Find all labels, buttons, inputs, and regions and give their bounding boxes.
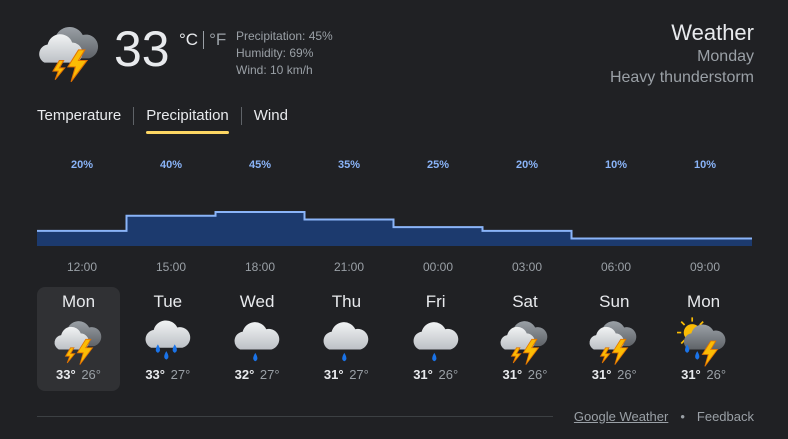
showers-icon [230,314,284,368]
precipitation-value-label: 10% [605,159,627,171]
day-name: Fri [425,292,446,311]
high-temperature: 31° [681,367,701,382]
precipitation-detail: Precipitation: 45% [236,29,333,43]
precipitation-chart: 20% 12:00 40% 15:00 45% 18:00 35% 21:00 25% 00:00… [37,159,752,274]
day-card[interactable]: Mon 31° 26° [662,287,745,391]
day-name: Tue [153,292,183,311]
time-label: 21:00 [334,260,364,274]
tab-divider [240,106,242,125]
tab-precipitation[interactable]: Precipitation [146,104,229,134]
daily-forecast: Mon 33° 26° Tue 33° 27° Wed 32° 27° Thu 31° 27°… [37,287,751,391]
showers-icon [409,314,463,368]
precipitation-value-label: 20% [71,159,93,171]
day-name: Mon [687,292,721,311]
day-name: Wed [239,292,275,311]
day-card[interactable]: Tue 33° 27° [126,287,209,391]
high-temperature: 31° [591,367,612,382]
precipitation-value-label: 45% [249,159,271,171]
day-temperatures: 32° 27° [216,367,299,382]
day-name: Mon [61,292,96,311]
google-weather-link[interactable]: Google Weather [574,409,668,424]
celsius-unit[interactable]: °C [179,30,198,50]
tab-bar: Temperature Precipitation Wind [37,104,288,134]
day-card[interactable]: Mon 33° 26° [37,287,120,391]
wind-detail: Wind: 10 km/h [236,63,313,77]
high-temperature: 33° [56,367,76,382]
weather-header: Weather Monday Heavy thunderstorm [610,20,754,88]
tab-wind[interactable]: Wind [254,104,288,134]
day-card[interactable]: Wed 32° 27° [216,287,299,391]
time-label: 18:00 [245,260,275,274]
high-temperature: 33° [145,367,165,382]
precipitation-value-label: 25% [427,159,449,171]
footer: Google Weather • Feedback [574,409,754,424]
day-temperatures: 31° 26° [573,367,656,382]
day-name: Thu [331,292,362,311]
precipitation-value-label: 35% [338,159,360,171]
low-temperature: 26° [81,367,101,382]
current-temperature: 33 [114,21,170,77]
day-temperatures: 31° 26° [662,367,745,382]
day-name: Sun [599,292,630,311]
unit-divider [203,31,205,49]
day-card[interactable]: Sat 31° 26° [483,287,566,391]
tab-divider [133,106,135,125]
precipitation-value-label: 20% [516,159,538,171]
rain-icon [141,314,195,368]
day-temperatures: 33° 27° [126,367,209,382]
footer-separator: • [680,409,685,424]
day-temperatures: 33° 26° [37,367,120,382]
time-label: 00:00 [423,260,453,274]
thunderstorm-icon [498,314,552,368]
low-temperature: 26° [706,367,727,382]
low-temperature: 27° [259,367,280,382]
time-label: 15:00 [156,260,186,274]
low-temperature: 27° [170,367,191,382]
high-temperature: 31° [323,367,344,382]
day-card[interactable]: Fri 31° 26° [394,287,477,391]
feedback-link[interactable]: Feedback [697,409,754,424]
fahrenheit-unit[interactable]: °F [209,30,226,50]
day-temperatures: 31° 26° [483,367,566,382]
humidity-detail: Humidity: 69% [236,46,314,60]
time-label: 03:00 [512,260,542,274]
tab-temperature[interactable]: Temperature [37,104,121,134]
thunderstorm-icon [587,314,641,368]
time-label: 09:00 [690,260,720,274]
high-temperature: 31° [413,367,433,382]
precipitation-value-label: 40% [160,159,182,171]
high-temperature: 31° [502,367,523,382]
current-day: Monday [697,48,754,65]
low-temperature: 26° [527,367,548,382]
low-temperature: 26° [617,367,637,382]
current-condition: Heavy thunderstorm [609,69,754,86]
weather-details: Precipitation: 45% Humidity: 69% Wind: 1… [236,28,333,79]
high-temperature: 32° [234,367,255,382]
thunderstorm-icon [52,314,106,368]
day-temperatures: 31° 26° [394,367,477,382]
weather-title: Weather [671,20,754,45]
time-label: 06:00 [601,260,631,274]
footer-divider [37,416,553,417]
time-label: 12:00 [67,260,97,274]
unit-toggle: °C °F [179,30,226,50]
thunderstorm-icon [36,18,104,86]
showers-icon [319,314,373,368]
precipitation-area [37,212,752,246]
day-temperatures: 31° 27° [305,367,388,382]
low-temperature: 26° [438,367,459,382]
day-name: Sat [512,292,538,311]
sun-thunderstorm-icon [677,314,731,368]
day-card[interactable]: Thu 31° 27° [305,287,388,391]
day-card[interactable]: Sun 31° 26° [573,287,656,391]
precipitation-value-label: 10% [694,159,716,171]
low-temperature: 27° [349,367,369,382]
